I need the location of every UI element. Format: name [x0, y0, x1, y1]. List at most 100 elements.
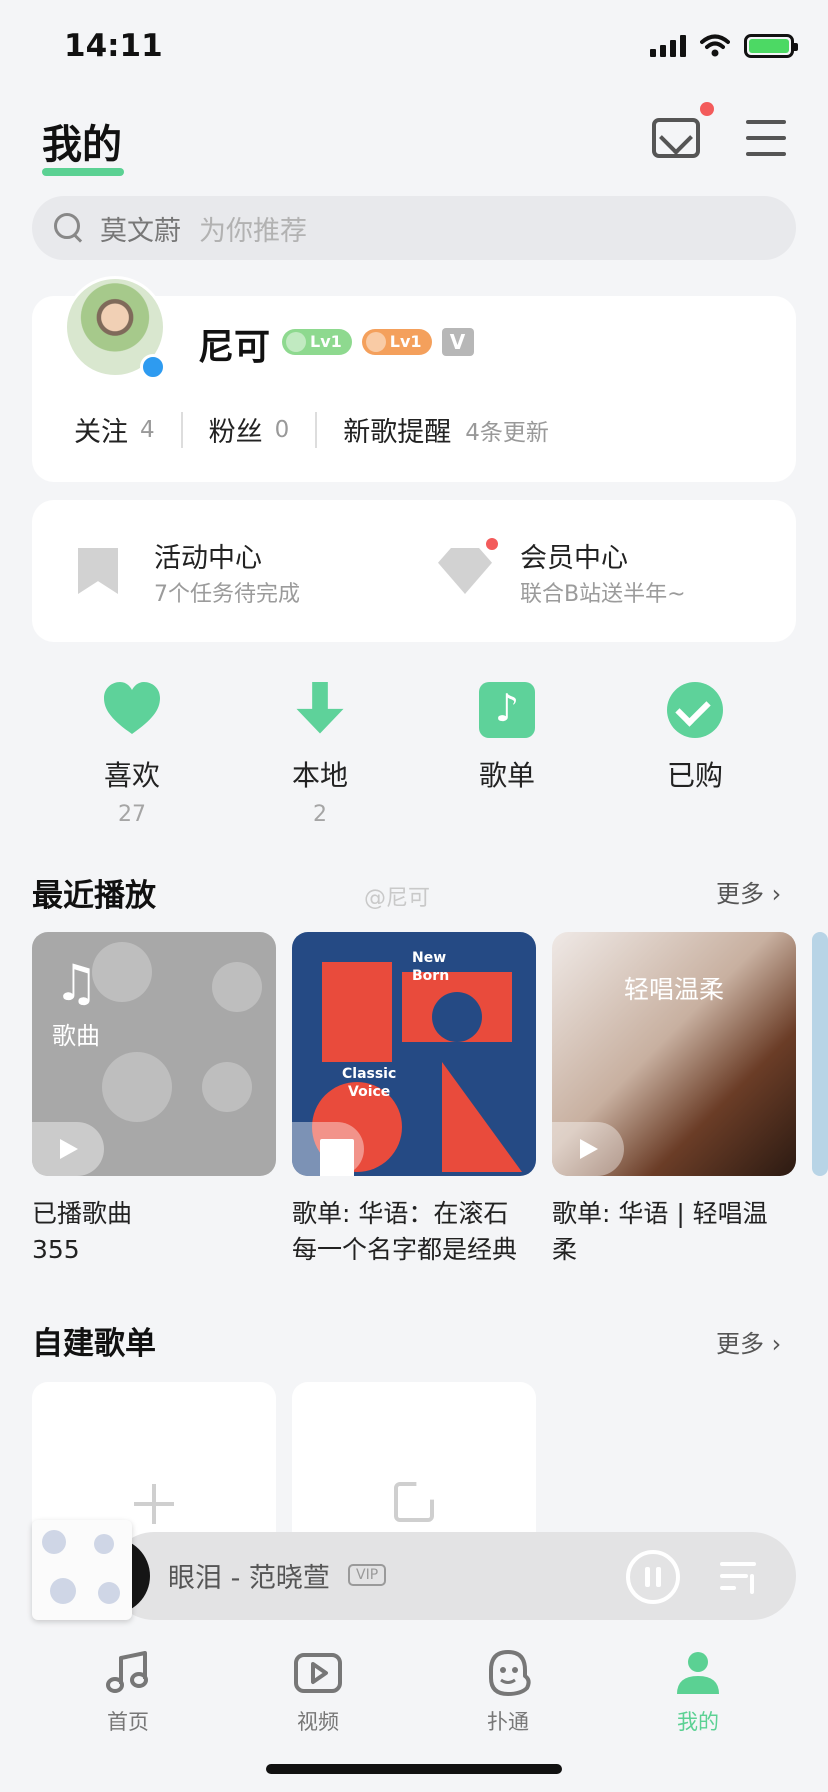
tab-video[interactable]: 视频: [268, 1648, 368, 1736]
user-icon: [677, 1652, 719, 1694]
home-indicator: [266, 1764, 562, 1774]
now-playing-song[interactable]: 眼泪 - 范晓萱: [168, 1556, 330, 1595]
cover-text: Voice: [348, 1084, 391, 1100]
recent-tile-soft-playlist[interactable]: 轻唱温柔: [552, 932, 796, 1176]
tile-caption-line: 柔: [552, 1235, 578, 1264]
status-time: 14:11: [64, 28, 163, 64]
quick-purchased[interactable]: 已购: [640, 682, 750, 794]
face-icon: [489, 1650, 531, 1696]
album-cover[interactable]: [32, 1520, 132, 1620]
fans-label[interactable]: 粉丝: [209, 410, 263, 449]
vip-badge[interactable]: V: [441, 328, 474, 356]
quick-count: 27: [118, 802, 146, 827]
quick-like[interactable]: 喜欢 27: [77, 682, 187, 827]
quick-label: 喜欢: [103, 759, 160, 792]
cover-text: New: [412, 950, 447, 966]
tile-caption: 歌单: 华语：在滚石 每一个名字都是经典: [292, 1196, 536, 1268]
chevron-right-icon: ›: [771, 880, 782, 908]
page-title: 我的: [42, 122, 122, 168]
tile-caption: 歌单: 华语 | 轻唱温 柔: [552, 1196, 796, 1268]
activity-card: [32, 500, 796, 642]
lightning-level-badge[interactable]: Lv1: [282, 329, 352, 355]
signal-icon: [650, 35, 686, 57]
battery-icon: [744, 34, 798, 58]
quick-label: 本地: [291, 759, 348, 792]
tab-label: 我的: [677, 1710, 719, 1734]
quick-count: 2: [313, 802, 327, 827]
fans-count: 0: [274, 416, 290, 443]
own-more-link[interactable]: 更多 ›: [716, 1324, 781, 1359]
more-label: 更多: [716, 1330, 764, 1358]
follow-count: 4: [140, 416, 155, 443]
search-icon: [54, 213, 84, 243]
tab-putong[interactable]: 扑通: [458, 1648, 558, 1736]
member-notification-dot: [486, 538, 498, 550]
chevron-right-icon: ›: [771, 1330, 782, 1358]
tile-caption-line: 歌单: 华语 | 轻唱温: [552, 1199, 768, 1228]
play-icon[interactable]: [552, 1122, 624, 1176]
quick-playlist[interactable]: 歌单: [452, 682, 562, 794]
recent-more-link[interactable]: 更多 ›: [716, 874, 781, 909]
tile-title: 轻唱温柔: [623, 975, 724, 1004]
new-song-reminder-sub: 4条更新: [465, 419, 549, 446]
search-query: 莫文蔚: [100, 215, 181, 247]
follow-label[interactable]: 关注: [74, 410, 128, 449]
pause-button[interactable]: [626, 1550, 680, 1604]
more-label: 更多: [716, 880, 764, 908]
tile-tag: 歌曲: [52, 1022, 100, 1050]
wifi-icon: [700, 34, 730, 57]
quick-label: 歌单: [478, 759, 535, 792]
own-playlists-title: 自建歌单: [32, 1326, 156, 1362]
recent-tile-partial[interactable]: [812, 932, 828, 1176]
message-notification-dot: [700, 102, 714, 116]
tab-label: 视频: [297, 1710, 339, 1734]
music-note-icon: [106, 1651, 148, 1693]
quick-label: 已购: [666, 759, 723, 792]
divider: [315, 411, 318, 448]
tab-label: 首页: [107, 1710, 149, 1734]
tile-caption-line: 355: [32, 1235, 80, 1264]
recent-tile-played-songs[interactable]: ♫ 歌曲: [32, 932, 276, 1176]
tile-caption-line: 已播歌曲: [32, 1199, 133, 1228]
quick-local[interactable]: 本地 2: [265, 682, 375, 827]
profile-stats: 关注 4 粉丝 0 新歌提醒 4条更新: [74, 410, 549, 449]
watermark: @尼可: [364, 886, 431, 911]
pause-icon[interactable]: [292, 1122, 364, 1176]
listen-level-badge[interactable]: Lv1: [361, 329, 432, 355]
status-icons: [650, 34, 798, 58]
tab-label: 扑通: [487, 1710, 529, 1734]
message-icon[interactable]: [652, 118, 700, 158]
tab-mine[interactable]: 我的: [648, 1648, 748, 1736]
activity-center-title[interactable]: 活动中心: [154, 536, 262, 575]
username[interactable]: 尼可: [198, 318, 270, 370]
checkmark-icon: [667, 682, 723, 738]
playlist-queue-icon[interactable]: [720, 1560, 760, 1596]
tile-caption: 已播歌曲 355: [32, 1196, 276, 1268]
cover-text: Born: [412, 968, 450, 984]
verified-badge-icon: [140, 354, 166, 380]
tile-caption-line: 歌单: 华语：在滚石: [292, 1199, 509, 1228]
search-hint: 为你推荐: [199, 215, 307, 247]
member-center-title[interactable]: 会员中心: [520, 536, 628, 575]
recent-section-title: 最近播放: [32, 878, 156, 914]
download-icon: [296, 682, 344, 734]
play-icon[interactable]: [32, 1122, 104, 1176]
user-badges: Lv1 Lv1 V: [282, 328, 474, 356]
title-underline: [42, 168, 124, 176]
tile-caption-line: 每一个名字都是经典: [292, 1235, 518, 1264]
music-note-icon: [479, 682, 535, 738]
menu-icon[interactable]: [746, 120, 786, 156]
cover-text: Classic: [342, 1066, 397, 1082]
heart-icon: [104, 682, 160, 738]
search-bar[interactable]: 莫文蔚 为你推荐: [32, 196, 796, 260]
video-play-icon: [294, 1653, 342, 1693]
import-icon: [394, 1482, 434, 1522]
vip-tag: VIP: [348, 1564, 387, 1586]
recent-tile-rock-playlist[interactable]: New Born Classic Voice: [292, 932, 536, 1176]
activity-center-sub: 7个任务待完成: [154, 582, 300, 607]
plus-icon: [134, 1484, 174, 1524]
divider: [180, 411, 183, 448]
tab-home[interactable]: 首页: [78, 1648, 178, 1736]
new-song-reminder-label[interactable]: 新歌提醒: [343, 410, 451, 449]
music-note-icon: ♫: [54, 954, 99, 1012]
